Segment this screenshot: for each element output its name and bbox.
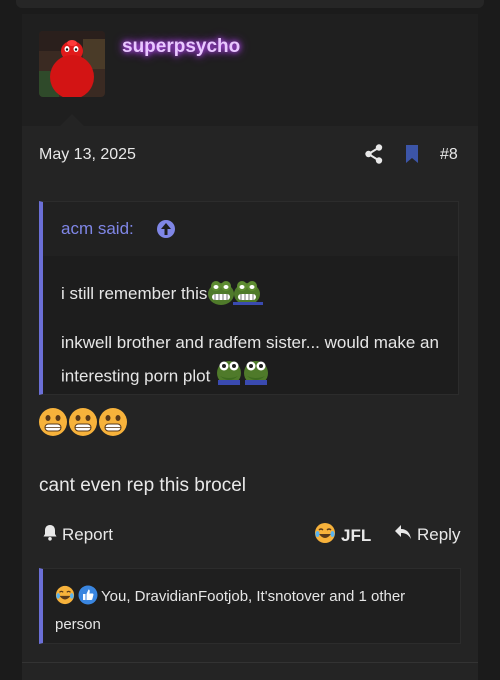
bookmark-icon[interactable]	[405, 145, 419, 168]
post-date[interactable]: May 13, 2025	[39, 146, 136, 164]
bell-icon	[42, 524, 58, 546]
quote-author[interactable]: acm said:	[61, 219, 134, 239]
post-divider	[22, 662, 478, 663]
reply-arrow-icon	[394, 524, 412, 545]
reactions-text[interactable]: You, DravidianFootjob, It'snotover and 1…	[55, 588, 405, 633]
grimace-emoji	[38, 407, 68, 442]
jfl-label: JFL	[341, 525, 372, 545]
post-number[interactable]: #8	[440, 146, 458, 164]
userbar-notch	[60, 114, 84, 126]
user-bar: superpsycho	[22, 14, 478, 126]
reactions-summary: You, DravidianFootjob, It'snotover and 1…	[55, 585, 455, 637]
post-body: cant even rep this brocel	[39, 475, 247, 496]
avatar[interactable]	[39, 31, 105, 97]
jfl-react-button[interactable]: JFL	[314, 522, 371, 549]
post: superpsycho May 13, 2025 #8 acm said: i …	[22, 14, 478, 680]
grimace-emoji	[98, 407, 128, 442]
quote-up-arrow-icon[interactable]	[156, 219, 176, 244]
share-icon[interactable]	[365, 144, 383, 169]
report-label: Report	[62, 525, 114, 544]
quote-line-1: i still remember this	[61, 278, 264, 311]
quote-block: acm said: i still remember this inkwell …	[39, 201, 459, 395]
emoji-row	[38, 407, 128, 442]
username[interactable]: superpsycho	[122, 36, 240, 58]
quote-line-2: inkwell brother and radfem sister... wou…	[61, 328, 456, 396]
thumbs-up-icon	[78, 585, 98, 613]
quote-header: acm said:	[43, 202, 458, 256]
reply-button[interactable]: Reply	[394, 524, 460, 545]
report-button[interactable]: Report	[42, 524, 113, 546]
frog-emoji	[215, 358, 271, 396]
grimace-emoji	[68, 407, 98, 442]
frog-emoji	[207, 278, 264, 311]
laugh-cry-icon	[55, 585, 75, 613]
reply-label: Reply	[417, 524, 461, 544]
quote-text-1: i still remember this	[61, 283, 208, 303]
laugh-cry-icon	[314, 522, 336, 549]
previous-post-edge	[0, 0, 500, 14]
reactions-bar[interactable]: You, DravidianFootjob, It'snotover and 1…	[39, 568, 461, 644]
